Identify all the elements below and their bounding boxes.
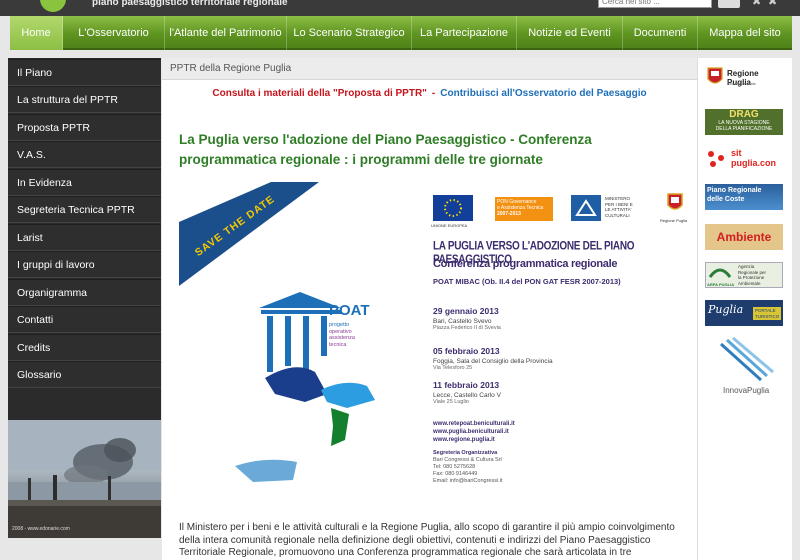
sidebar-item-proposta[interactable]: Proposta PPTR (8, 114, 161, 141)
facebook-icon[interactable]: ✖ (768, 0, 777, 8)
nav-home[interactable]: Home (10, 16, 63, 50)
pon-logo: PON Governance e Assistenza Tecnica 2007… (495, 197, 553, 221)
breadcrumb: PPTR della Regione Puglia (162, 58, 697, 80)
sidebar-item-organigramma[interactable]: Organigramma (8, 279, 161, 306)
banner-regione-puglia[interactable]: Regione Puglia Sito istituzionale (705, 64, 783, 90)
event-day-bari: 29 gennaio 2013 Bari, Castello Svevo Pia… (433, 306, 501, 331)
sidebar-item-larist[interactable]: Larist (8, 224, 161, 251)
search-button[interactable] (718, 0, 740, 8)
turismo-badge: PORTALE TURISTICO (753, 307, 782, 320)
save-the-date-ribbon: SAVE THE DATE (179, 182, 319, 286)
twitter-icon[interactable]: ✖ (752, 0, 761, 8)
regione-caption: Regione Puglia (660, 218, 688, 223)
arpa-caption: Agenzia Regionale per la Protezione Ambi… (738, 264, 767, 286)
nav-notizie[interactable]: Notizie ed Eventi (517, 16, 623, 50)
mibac-logo (571, 195, 601, 221)
nav-atlante[interactable]: l'Atlante del Patrimonio (165, 16, 287, 50)
landscape-photo: 2008 - www.edonarie.com (8, 420, 161, 538)
nav-osservatorio[interactable]: L'Osservatorio (63, 16, 165, 50)
banner-arpa[interactable]: ARPA PUGLIA Agenzia Regionale per la Pro… (705, 262, 783, 288)
banner-drag[interactable]: DRAG LA NUOVA STAGIONE DELLA PIANIFICAZI… (705, 109, 783, 135)
poster-subheading: Conferenza programmatica regionale (433, 258, 618, 270)
regione-emblem-icon (666, 191, 684, 215)
sidebar-item-il-piano[interactable]: Il Piano (8, 59, 161, 86)
link-proposta-pptr[interactable]: Consulta i materiali della "Proposta di … (212, 88, 427, 99)
link-separator: - (431, 88, 436, 99)
sidebar-item-segreteria[interactable]: Segreteria Tecnica PPTR (8, 196, 161, 223)
article-body: Il Ministero per i beni e le attività cu… (179, 522, 675, 560)
site-logo[interactable] (40, 0, 66, 12)
banner-ambiente[interactable]: Ambiente (705, 224, 783, 250)
sidebar-item-vas[interactable]: V.A.S. (8, 141, 161, 168)
top-bar: piano paesaggistico territoriale regiona… (0, 0, 800, 16)
right-banners: Regione Puglia Sito istituzionale DRAG L… (697, 58, 792, 560)
sidebar-menu: Il Piano La struttura del PPTR Proposta … (8, 58, 161, 392)
main-content: PPTR della Regione Puglia Consulta i mat… (162, 58, 697, 560)
banner-sit-puglia[interactable]: sit puglia.con (705, 146, 783, 172)
poster-organizer: Segreteria Organizzativa Bari Congressi … (433, 450, 503, 484)
banner-innovapuglia[interactable]: InnovaPuglia (705, 336, 783, 398)
event-day-lecce: 11 febbraio 2013 Lecce, Castello Carlo V… (433, 380, 501, 405)
event-poster: SAVE THE DATE UNIONE EUROPEA PON Governa… (179, 182, 689, 500)
sidebar-item-glossario[interactable]: Glossario (8, 361, 161, 388)
poat-name: POAT (329, 302, 370, 319)
sidebar-item-contatti[interactable]: Contatti (8, 306, 161, 333)
event-day-foggia: 05 febbraio 2013 Foggia, Sala del Consig… (433, 346, 553, 371)
article-title[interactable]: La Puglia verso l'adozione del Piano Pae… (179, 130, 684, 170)
poat-tagline: progetto operativo assistenza tecnica (329, 322, 355, 348)
nav-partecipazione[interactable]: La Partecipazione (412, 16, 517, 50)
poster-programme: POAT MIBAC (Ob. II.4 del PON GAT FESR 20… (433, 277, 621, 286)
poat-logo: POAT progetto operativo assistenza tecni… (235, 290, 395, 500)
sidebar-spacer (8, 392, 161, 420)
sidebar-item-evidenza[interactable]: In Evidenza (8, 169, 161, 196)
nav-mappa[interactable]: Mappa del sito (698, 16, 792, 50)
sidebar-item-credits[interactable]: Credits (8, 334, 161, 361)
site-subtitle: piano paesaggistico territoriale regiona… (92, 0, 288, 8)
search-input[interactable]: Cerca nel sito ... (598, 0, 712, 8)
sidebar-item-struttura[interactable]: La struttura del PPTR (8, 86, 161, 113)
banner-portale-turistico[interactable]: Puglia PORTALE TURISTICO (705, 300, 783, 326)
eu-caption: UNIONE EUROPEA (431, 223, 468, 228)
photo-caption: 2008 - www.edonarie.com (12, 526, 70, 532)
eu-flag (433, 195, 473, 221)
banner-piano-coste[interactable]: Piano Regionale delle Coste (705, 184, 783, 210)
link-osservatorio[interactable]: Contribuisci all'Osservatorio del Paesag… (440, 88, 646, 99)
nav-scenario[interactable]: Lo Scenario Strategico (287, 16, 412, 50)
sidebar-item-gruppi[interactable]: I gruppi di lavoro (8, 251, 161, 278)
nav-documenti[interactable]: Documenti (623, 16, 698, 50)
mibac-caption: MINISTERO PER I BENI E LE ATTIVITA' CULT… (605, 196, 633, 218)
poster-websites: www.retepoat.beniculturali.it www.puglia… (433, 421, 515, 443)
main-navigation: Home L'Osservatorio l'Atlante del Patrim… (10, 16, 792, 50)
featured-links: Consulta i materiali della "Proposta di … (162, 88, 697, 108)
